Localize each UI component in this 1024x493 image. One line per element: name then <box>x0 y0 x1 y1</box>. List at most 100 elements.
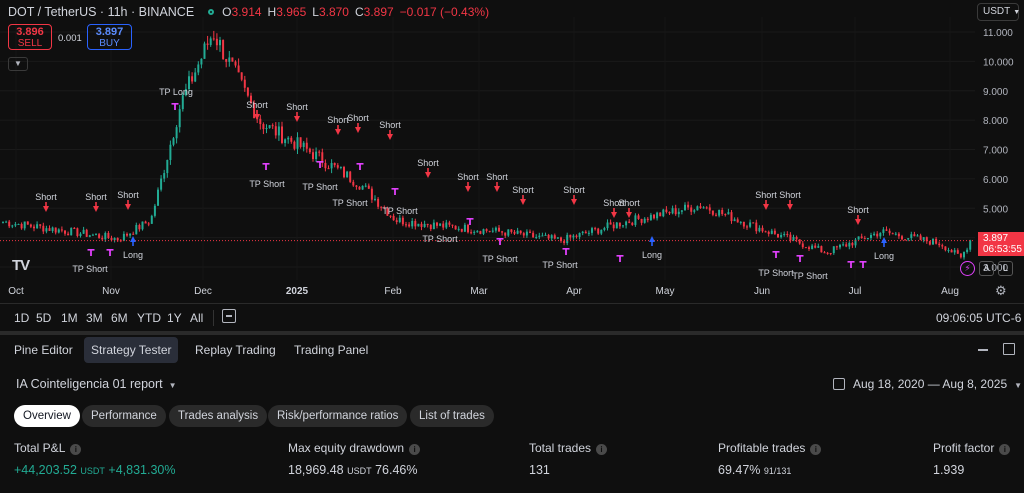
range-ytd-button[interactable]: YTD <box>137 311 161 325</box>
candle <box>966 249 969 253</box>
report-tab-overview[interactable]: Overview <box>14 405 80 427</box>
candle <box>625 221 628 226</box>
report-tab-trades-analysis[interactable]: Trades analysis <box>169 405 268 427</box>
range-1d-button[interactable]: 1D <box>14 311 29 325</box>
tab-pine-editor[interactable]: Pine Editor <box>7 337 80 363</box>
info-icon[interactable]: i <box>409 444 421 455</box>
range-5d-button[interactable]: 5D <box>36 311 51 325</box>
candle <box>749 222 752 227</box>
ohlc-close-key: C <box>354 5 364 19</box>
minimize-panel-icon[interactable] <box>977 343 989 355</box>
time-range-bar: 1D 5D 1M 3M 6M YTD 1Y All 09:06:05 UTC-6 <box>0 303 1024 330</box>
candle <box>547 234 550 239</box>
candle <box>665 209 668 212</box>
lightning-icon[interactable]: ⚡ <box>960 261 975 276</box>
timezone-clock[interactable]: 09:06:05 UTC-6 <box>936 311 1021 325</box>
candle <box>408 224 411 227</box>
candle <box>953 250 956 253</box>
tp-signal-label: TP Short <box>422 234 458 244</box>
tp-signal-label: TP Short <box>72 264 108 274</box>
long-signal-label: Long <box>642 250 662 260</box>
total-pnl-pct: +4,831.30% <box>108 463 176 477</box>
candle <box>141 221 144 230</box>
candle <box>563 241 566 244</box>
short-signal-arrow <box>387 130 393 140</box>
chart-area[interactable]: 11.00010.0009.0008.0007.0006.0005.0004.0… <box>0 0 1024 302</box>
strategy-tester-panel: Pine Editor Strategy Tester Replay Tradi… <box>0 335 1024 493</box>
candle <box>312 152 314 160</box>
candle <box>436 222 438 226</box>
sell-button[interactable]: 3.896 SELL <box>8 24 52 50</box>
currency-selector[interactable]: USDT ▼ <box>977 3 1020 21</box>
report-tab-risk-ratios[interactable]: Risk/performance ratios <box>268 405 408 427</box>
range-all-button[interactable]: All <box>190 311 203 325</box>
range-3m-button[interactable]: 3M <box>86 311 103 325</box>
candle <box>798 239 801 244</box>
candle <box>333 163 336 166</box>
symbol-title[interactable]: DOT / TetherUS · 11h · BINANCE <box>8 5 194 19</box>
collapse-legend-button[interactable]: ▼ <box>8 57 28 71</box>
candle <box>491 230 494 232</box>
candle <box>349 171 352 182</box>
candle <box>575 235 578 237</box>
info-icon[interactable]: i <box>70 444 82 455</box>
candle <box>305 142 308 149</box>
short-signal-arrow <box>43 202 49 212</box>
short-signal-label: Short <box>457 172 479 182</box>
candle <box>699 206 702 209</box>
range-1m-button[interactable]: 1M <box>61 311 78 325</box>
info-icon[interactable]: i <box>596 444 608 455</box>
tab-replay-trading[interactable]: Replay Trading <box>188 337 283 363</box>
candle <box>126 233 128 236</box>
candle <box>498 227 500 232</box>
short-signal-label: Short <box>755 190 777 200</box>
candle <box>783 234 786 236</box>
info-icon[interactable]: i <box>810 444 822 455</box>
candle <box>842 244 845 246</box>
report-tab-performance[interactable]: Performance <box>82 405 166 427</box>
maximize-panel-icon[interactable] <box>1003 343 1015 355</box>
candle <box>82 229 85 234</box>
candle <box>110 237 113 241</box>
tradingview-logo[interactable]: TV <box>12 257 30 274</box>
buy-button[interactable]: 3.897 BUY <box>87 24 132 50</box>
gear-icon[interactable]: ⚙ <box>995 283 1007 299</box>
candle <box>473 231 476 233</box>
candle <box>330 163 333 169</box>
auto-scale-button[interactable]: A <box>979 261 994 276</box>
candle <box>959 253 962 258</box>
candle <box>17 223 20 225</box>
candle <box>101 237 104 240</box>
short-signal-arrow <box>494 182 500 192</box>
short-signal-arrow <box>520 195 526 205</box>
tab-trading-panel[interactable]: Trading Panel <box>287 337 375 363</box>
candle <box>808 247 810 249</box>
candle <box>550 235 553 239</box>
candle <box>364 185 367 187</box>
candle <box>674 208 677 215</box>
price-chart[interactable]: 11.00010.0009.0008.0007.0006.0005.0004.0… <box>0 0 1024 302</box>
candle <box>656 212 659 219</box>
date-range-selector[interactable]: Aug 18, 2020 — Aug 8, 2025 ▼ <box>833 377 1022 391</box>
candle <box>414 220 417 227</box>
ohlc-close: 3.897 <box>363 5 394 19</box>
candle <box>938 243 941 246</box>
report-selector[interactable]: IA Cointeligencia 01 report ▼ <box>16 377 177 391</box>
candle <box>191 76 194 82</box>
log-scale-button[interactable]: L <box>998 261 1013 276</box>
candle <box>160 178 163 190</box>
candle <box>907 238 910 240</box>
tp-signal-label: TP Short <box>482 254 518 264</box>
candle <box>411 220 414 227</box>
max-dd-pct: 76.46% <box>375 463 418 477</box>
range-1y-button[interactable]: 1Y <box>167 311 182 325</box>
profitable-value: 69.47% <box>718 463 761 477</box>
candle <box>801 243 804 248</box>
report-tab-list-of-trades[interactable]: List of trades <box>410 405 494 427</box>
info-icon[interactable]: i <box>999 444 1011 455</box>
tab-strategy-tester[interactable]: Strategy Tester <box>84 337 179 363</box>
date-range-icon[interactable] <box>222 309 236 323</box>
candle <box>510 229 513 232</box>
range-6m-button[interactable]: 6M <box>111 311 128 325</box>
candle <box>668 211 671 214</box>
